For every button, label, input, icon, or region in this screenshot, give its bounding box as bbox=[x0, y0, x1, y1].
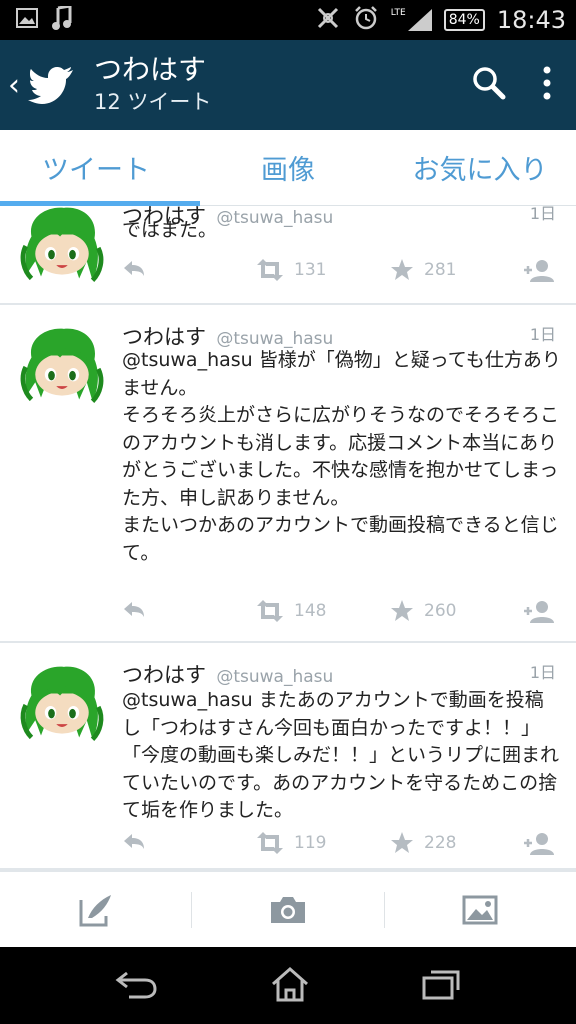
retweet-icon bbox=[257, 832, 283, 854]
retweet-count: 148 bbox=[294, 601, 327, 621]
tweet-age: 1日 bbox=[529, 325, 556, 344]
retweet-button[interactable]: 148 bbox=[254, 599, 326, 623]
avatar[interactable] bbox=[18, 663, 106, 747]
follow-add-icon bbox=[522, 831, 556, 857]
tweet-actions: 148 260 bbox=[120, 599, 560, 629]
camera-button[interactable] bbox=[192, 872, 383, 947]
system-nav-bar bbox=[0, 947, 576, 1024]
reply-button[interactable] bbox=[120, 599, 146, 621]
favorite-count: 281 bbox=[424, 260, 457, 280]
follow-add-icon bbox=[522, 599, 556, 625]
tab-tweets[interactable]: ツイート bbox=[0, 130, 192, 205]
back-chevron-icon[interactable]: ‹ bbox=[8, 68, 20, 103]
battery-indicator: 84% bbox=[443, 9, 485, 31]
compose-tweet-button[interactable] bbox=[0, 872, 191, 947]
nav-recents-button[interactable] bbox=[421, 968, 461, 1004]
favorite-count: 260 bbox=[424, 601, 457, 621]
favorite-button[interactable]: 260 bbox=[390, 599, 456, 623]
user-name[interactable]: つわはす bbox=[122, 325, 206, 349]
retweet-icon bbox=[257, 600, 283, 622]
follow-button[interactable] bbox=[522, 831, 556, 857]
camera-icon bbox=[270, 896, 305, 923]
tweet-text: @tsuwa_hasu 皆様が「偽物」と疑っても仕方ありません。 そろそろ炎上が… bbox=[122, 349, 561, 564]
reply-icon bbox=[124, 602, 144, 617]
tweet-item[interactable]: つわはす @tsuwa_hasu 1日 @tsuwa_hasu またあのアカウン… bbox=[0, 643, 576, 870]
reply-icon bbox=[124, 261, 144, 276]
tweet-item[interactable]: つわはす @tsuwa_hasu 1日 ではまた。 131 281 bbox=[0, 206, 576, 305]
star-icon bbox=[391, 600, 413, 621]
retweet-icon bbox=[257, 259, 283, 281]
tweet-text: ではまた。 bbox=[122, 219, 218, 241]
status-bar: LTE 84% 18:43 bbox=[0, 0, 576, 40]
search-icon[interactable] bbox=[472, 66, 506, 104]
reply-button[interactable] bbox=[120, 258, 146, 280]
bottom-action-bar bbox=[0, 870, 576, 947]
retweet-count: 131 bbox=[294, 260, 327, 280]
signal-icon: LTE bbox=[391, 9, 432, 31]
tweet-item[interactable]: つわはす @tsuwa_hasu 1日 @tsuwa_hasu 皆様が「偽物」と… bbox=[0, 305, 576, 643]
tweet-age: 1日 bbox=[529, 663, 556, 682]
back-arrow-icon bbox=[115, 971, 157, 998]
avatar[interactable] bbox=[18, 325, 106, 409]
tweet-count: 12 ツイート bbox=[94, 90, 212, 114]
tweet-actions: 119 228 bbox=[120, 831, 560, 861]
favorite-button[interactable]: 281 bbox=[390, 258, 456, 282]
star-icon bbox=[391, 259, 413, 280]
avatar[interactable] bbox=[18, 206, 106, 288]
image-notification-icon bbox=[16, 8, 38, 32]
nfc-off-icon bbox=[315, 5, 341, 35]
follow-button[interactable] bbox=[522, 258, 556, 284]
tweet-text: @tsuwa_hasu またあのアカウントで動画を投稿し「つわはすさん今回も面白… bbox=[122, 689, 560, 821]
tab-images[interactable]: 画像 bbox=[192, 130, 384, 205]
profile-tabs: ツイート 画像 お気に入り bbox=[0, 130, 576, 206]
retweet-count: 119 bbox=[294, 833, 327, 853]
timeline[interactable]: つわはす @tsuwa_hasu 1日 ではまた。 131 281 つわはす @… bbox=[0, 206, 576, 870]
user-handle[interactable]: @tsuwa_hasu bbox=[216, 329, 333, 349]
alarm-icon bbox=[353, 5, 379, 35]
network-label: LTE bbox=[390, 8, 406, 18]
overflow-menu-icon[interactable] bbox=[542, 65, 552, 105]
retweet-button[interactable]: 131 bbox=[254, 258, 326, 282]
star-icon bbox=[391, 832, 413, 853]
profile-title: つわはす bbox=[94, 53, 207, 86]
image-icon bbox=[462, 895, 498, 924]
recent-apps-icon bbox=[422, 970, 460, 999]
reply-icon bbox=[124, 834, 144, 849]
reply-button[interactable] bbox=[120, 831, 146, 853]
favorite-count: 228 bbox=[424, 833, 457, 853]
favorite-button[interactable]: 228 bbox=[390, 831, 456, 855]
follow-button[interactable] bbox=[522, 599, 556, 625]
retweet-button[interactable]: 119 bbox=[254, 831, 326, 855]
nav-back-button[interactable] bbox=[115, 969, 159, 1003]
clock: 18:43 bbox=[496, 6, 566, 34]
user-name[interactable]: つわはす bbox=[122, 663, 206, 687]
home-icon bbox=[271, 966, 308, 1001]
gallery-button[interactable] bbox=[385, 872, 576, 947]
follow-add-icon bbox=[522, 258, 556, 284]
app-bar: ‹ つわはす 12 ツイート bbox=[0, 40, 576, 130]
twitter-bird-logo[interactable] bbox=[28, 65, 74, 105]
tweet-header: つわはす @tsuwa_hasu bbox=[122, 659, 333, 689]
tweet-actions: 131 281 bbox=[120, 258, 560, 288]
compose-icon bbox=[79, 894, 111, 926]
nav-home-button[interactable] bbox=[270, 966, 310, 1006]
tab-favorites[interactable]: お気に入り bbox=[384, 130, 576, 205]
music-notification-icon bbox=[52, 4, 72, 34]
user-handle[interactable]: @tsuwa_hasu bbox=[216, 667, 333, 687]
